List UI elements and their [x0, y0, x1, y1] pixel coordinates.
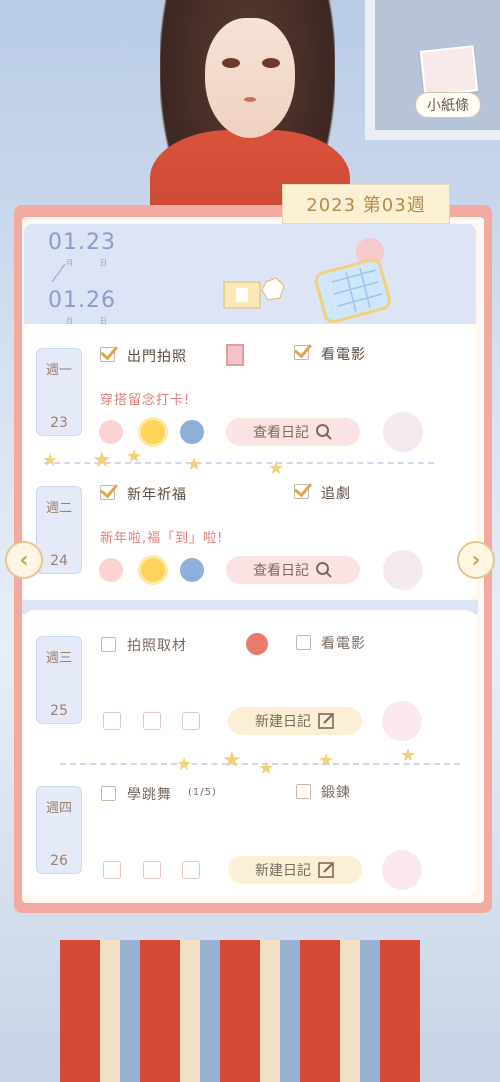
- star-icon: ★: [176, 754, 193, 775]
- face-icon: [99, 558, 123, 582]
- character-skirt: [60, 940, 420, 1082]
- new-diary-button[interactable]: 新建日記: [228, 707, 362, 735]
- mood-slot[interactable]: [103, 712, 121, 730]
- face-icon: [99, 420, 123, 444]
- view-diary-label: 查看日記: [253, 563, 309, 579]
- character-eye: [222, 58, 240, 68]
- new-diary-label: 新建日記: [255, 714, 311, 730]
- day-number: 26: [50, 853, 68, 869]
- star-icon: ★: [126, 446, 143, 467]
- view-diary-button[interactable]: 查看日記: [226, 556, 360, 584]
- note-button[interactable]: 小紙條: [415, 92, 481, 118]
- weekday-label: 週二: [45, 501, 72, 516]
- snow-globe-icon: [180, 420, 204, 444]
- start-month-label: 月: [66, 259, 73, 267]
- task-label: 學跳舞: [127, 787, 172, 803]
- sleeping-girl-sticker-icon: [314, 238, 391, 324]
- start-date: 01.23: [48, 230, 116, 255]
- task-progress: (1/5): [188, 787, 217, 798]
- outfit-thumbnail-empty[interactable]: [382, 701, 422, 741]
- star-icon: ★: [400, 745, 417, 766]
- chevron-left-icon: ‹: [19, 547, 29, 573]
- character-face: [205, 18, 295, 138]
- weekday-label: 週四: [45, 801, 72, 816]
- day-tab-thu[interactable]: 週四 26: [36, 786, 82, 874]
- task-label: 看電影: [321, 347, 366, 363]
- task-checkbox[interactable]: [101, 786, 116, 801]
- mood-slot[interactable]: [143, 712, 161, 730]
- star-icon: ★: [92, 448, 112, 473]
- week-tag: 2023 第03週: [282, 184, 450, 224]
- new-diary-button[interactable]: 新建日記: [228, 856, 362, 884]
- sun-icon: [141, 558, 165, 582]
- gift-icon: [246, 633, 268, 655]
- task-checkbox[interactable]: [100, 347, 115, 362]
- task-checkbox[interactable]: [294, 484, 309, 499]
- envelope-sticker-icon: [223, 277, 285, 309]
- outfit-thumbnail[interactable]: [383, 550, 423, 590]
- search-icon: [316, 562, 332, 578]
- diary-excerpt: 新年啦,福「到」啦!: [100, 531, 224, 546]
- end-date: 01.26: [48, 288, 116, 313]
- day-tab-wed[interactable]: 週三 25: [36, 636, 82, 724]
- star-icon: ★: [42, 450, 59, 471]
- task-checkbox[interactable]: [101, 637, 116, 652]
- edit-icon: [318, 862, 334, 878]
- task-label: 看電影: [321, 636, 366, 652]
- star-icon: ★: [268, 458, 285, 479]
- weekday-label: 週一: [45, 363, 72, 378]
- character-lips: [244, 97, 256, 102]
- new-diary-label: 新建日記: [255, 863, 311, 879]
- star-icon: ★: [222, 748, 242, 773]
- edit-icon: [318, 713, 334, 729]
- day-number: 25: [50, 703, 68, 719]
- task-checkbox[interactable]: [294, 345, 309, 360]
- note-button-label: 小紙條: [427, 98, 469, 114]
- chevron-right-icon: ›: [471, 547, 481, 573]
- mood-slot[interactable]: [103, 861, 121, 879]
- outfit-thumbnail-empty[interactable]: [382, 850, 422, 890]
- mood-slot[interactable]: [143, 861, 161, 879]
- weekday-label: 週三: [45, 651, 72, 666]
- mood-slot[interactable]: [182, 861, 200, 879]
- star-icon: ★: [186, 454, 203, 475]
- outfit-thumbnail[interactable]: [383, 412, 423, 452]
- week-tag-label: 2023 第03週: [306, 195, 426, 216]
- prev-week-button[interactable]: ‹: [5, 541, 43, 579]
- day-number: 24: [50, 553, 68, 569]
- note-thumbnail[interactable]: [419, 45, 479, 97]
- task-label: 鍛鍊: [321, 785, 351, 801]
- task-label: 新年祈福: [127, 487, 187, 503]
- task-checkbox[interactable]: [100, 485, 115, 500]
- next-week-button[interactable]: ›: [457, 541, 495, 579]
- snow-globe-icon: [180, 558, 204, 582]
- mood-slot[interactable]: [182, 712, 200, 730]
- view-diary-button[interactable]: 查看日記: [226, 418, 360, 446]
- diary-excerpt: 穿搭留念打卡!: [100, 393, 191, 408]
- task-checkbox[interactable]: [296, 784, 311, 799]
- star-icon: ★: [318, 750, 335, 771]
- photo-icon: [226, 344, 244, 366]
- day-tab-mon[interactable]: 週一 23: [36, 348, 82, 436]
- star-icon: ★: [258, 758, 275, 779]
- search-icon: [316, 424, 332, 440]
- sun-icon: [141, 420, 165, 444]
- task-checkbox[interactable]: [296, 635, 311, 650]
- task-label: 出門拍照: [127, 349, 187, 365]
- day-number: 23: [50, 415, 68, 431]
- view-diary-label: 查看日記: [253, 425, 309, 441]
- task-label: 拍照取材: [127, 638, 187, 654]
- character-eye: [262, 58, 280, 68]
- start-day-label: 日: [100, 259, 107, 267]
- task-label: 追劇: [321, 486, 351, 502]
